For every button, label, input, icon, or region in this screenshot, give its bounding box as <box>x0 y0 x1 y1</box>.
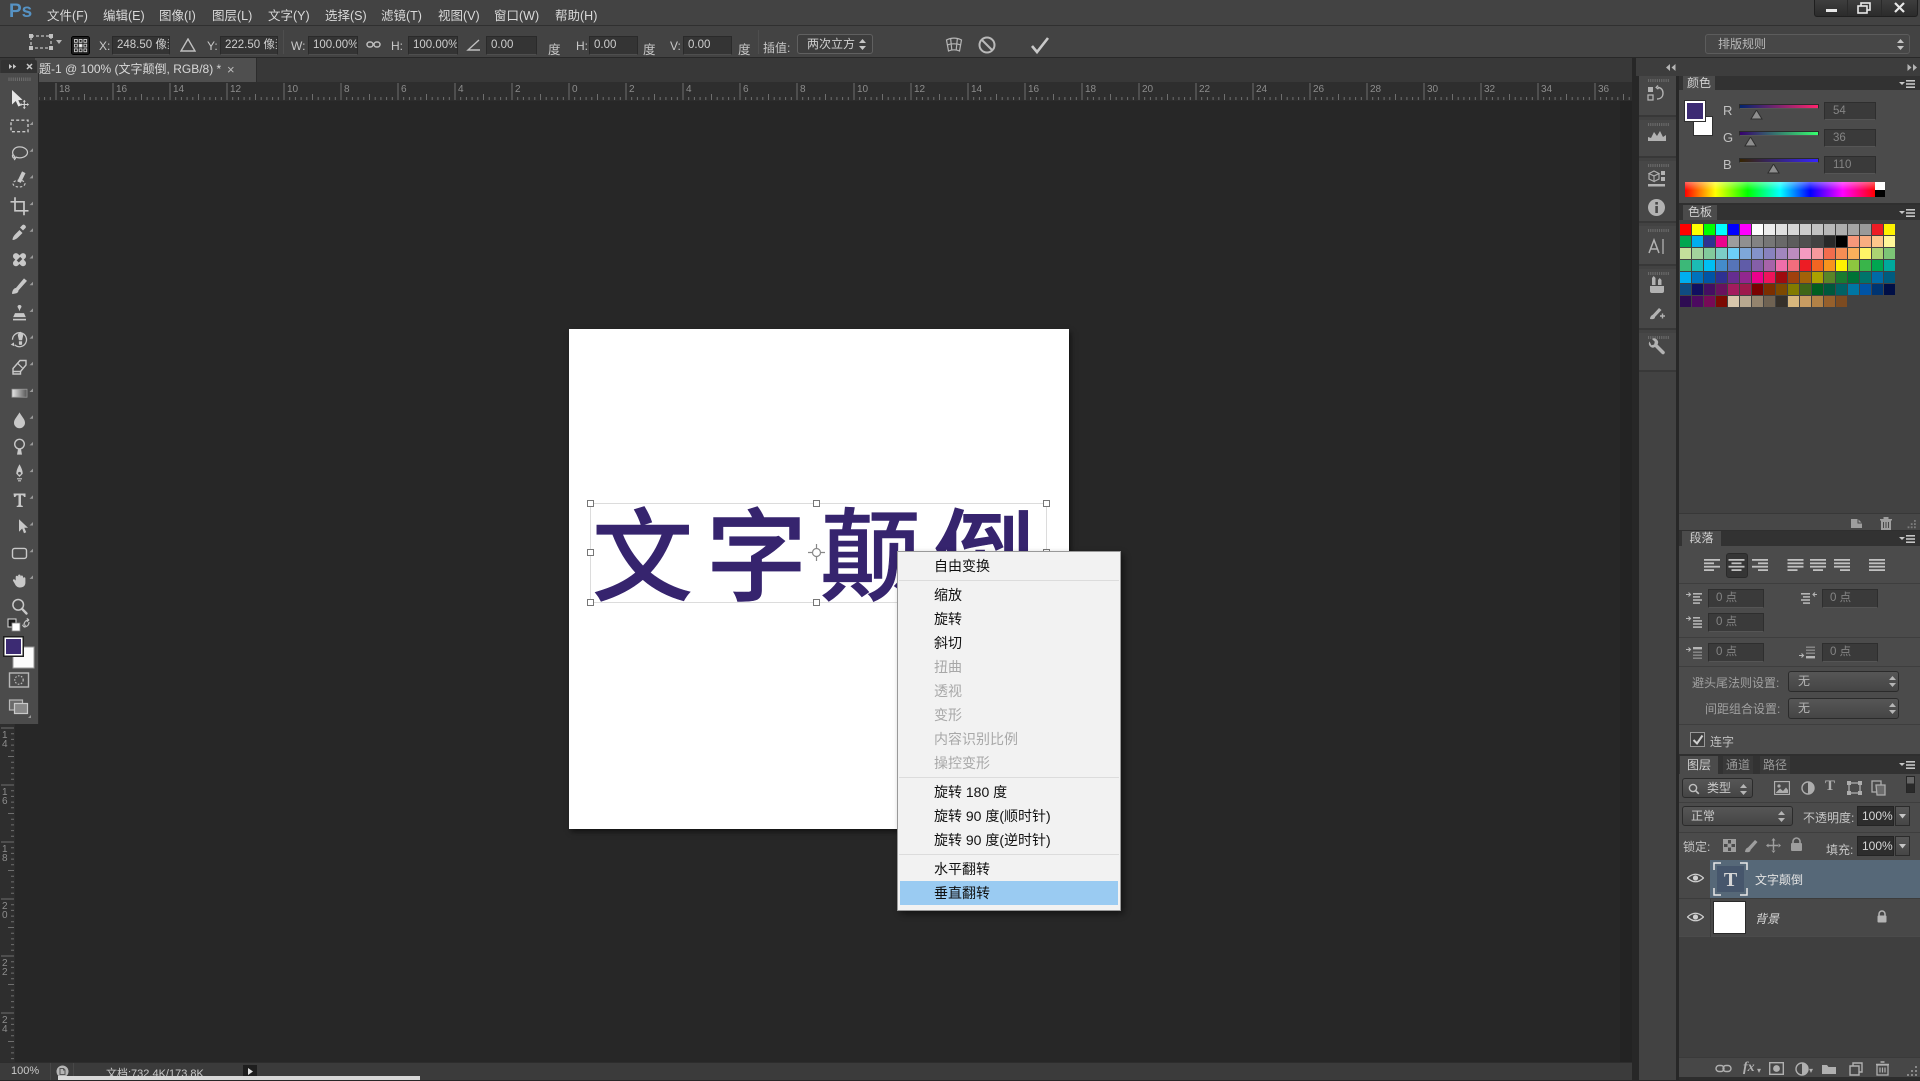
svg-text:4: 4 <box>2 1024 8 1035</box>
svg-text:18: 18 <box>59 84 71 95</box>
svg-text:14: 14 <box>971 84 983 95</box>
svg-text:18: 18 <box>1085 84 1097 95</box>
svg-text:6: 6 <box>401 84 407 95</box>
svg-text:4: 4 <box>2 739 8 750</box>
svg-text:10: 10 <box>287 84 299 95</box>
svg-text:0: 0 <box>572 84 578 95</box>
svg-text:14: 14 <box>173 84 185 95</box>
svg-text:2: 2 <box>515 84 521 95</box>
svg-text:36: 36 <box>1598 84 1610 95</box>
svg-text:8: 8 <box>344 84 350 95</box>
svg-text:2: 2 <box>2 967 8 978</box>
svg-text:20: 20 <box>1142 84 1154 95</box>
svg-text:8: 8 <box>800 84 806 95</box>
svg-text:16: 16 <box>1028 84 1040 95</box>
svg-text:4: 4 <box>458 84 464 95</box>
svg-text:12: 12 <box>914 84 926 95</box>
svg-text:26: 26 <box>1313 84 1325 95</box>
svg-text:32: 32 <box>1484 84 1496 95</box>
svg-text:2: 2 <box>629 84 635 95</box>
svg-text:12: 12 <box>230 84 242 95</box>
svg-text:30: 30 <box>1427 84 1439 95</box>
svg-text:6: 6 <box>2 796 8 807</box>
svg-text:T: T <box>1724 869 1738 891</box>
svg-text:34: 34 <box>1541 84 1553 95</box>
svg-text:24: 24 <box>1256 84 1268 95</box>
svg-text:6: 6 <box>743 84 749 95</box>
svg-text:28: 28 <box>1370 84 1382 95</box>
svg-text:22: 22 <box>1199 84 1211 95</box>
svg-text:8: 8 <box>2 853 8 864</box>
svg-text:4: 4 <box>686 84 692 95</box>
svg-text:0: 0 <box>2 910 8 921</box>
svg-text:10: 10 <box>857 84 869 95</box>
svg-text:16: 16 <box>116 84 128 95</box>
